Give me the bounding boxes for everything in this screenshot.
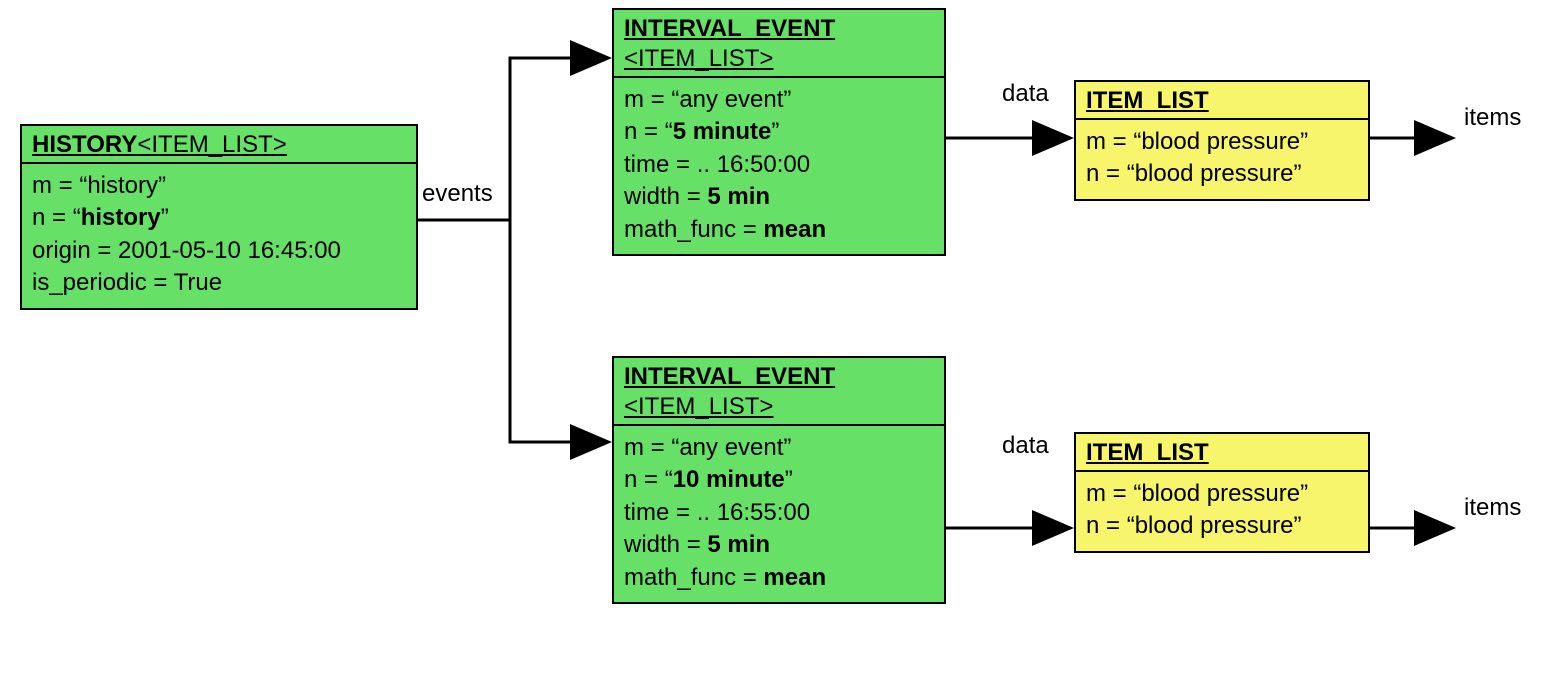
data-label-2: data xyxy=(1002,432,1049,460)
history-origin: origin = 2001-05-10 16:45:00 xyxy=(32,235,406,267)
interval2-m: m = “any event” xyxy=(624,432,934,464)
interval2-body: m = “any event” n = “10 minute” time = .… xyxy=(614,426,944,602)
data-label-1: data xyxy=(1002,80,1049,108)
itemlist2-body: m = “blood pressure” n = “blood pressure… xyxy=(1076,472,1368,551)
interval2-mathfunc: math_func = mean xyxy=(624,562,934,594)
itemlist2-m: m = “blood pressure” xyxy=(1086,478,1358,510)
history-body: m = “history” n = “history” origin = 200… xyxy=(22,164,416,308)
history-title-generic: <ITEM_LIST> xyxy=(137,131,286,158)
interval2-title2: <ITEM_LIST> xyxy=(624,393,773,420)
history-periodic: is_periodic = True xyxy=(32,267,406,299)
interval-event-1-box: INTERVAL_EVENT <ITEM_LIST> m = “any even… xyxy=(612,8,946,256)
interval2-time: time = .. 16:55:00 xyxy=(624,497,934,529)
item-list-1-box: ITEM_LIST m = “blood pressure” n = “bloo… xyxy=(1074,80,1370,201)
history-title: HISTORY<ITEM_LIST> xyxy=(22,126,416,164)
interval1-title: INTERVAL_EVENT <ITEM_LIST> xyxy=(614,10,944,78)
interval2-n: n = “10 minute” xyxy=(624,464,934,496)
events-label: events xyxy=(422,180,493,208)
history-title-main: HISTORY xyxy=(32,131,137,158)
interval2-width: width = 5 min xyxy=(624,529,934,561)
interval1-width: width = 5 min xyxy=(624,181,934,213)
itemlist1-m: m = “blood pressure” xyxy=(1086,126,1358,158)
itemlist2-n: n = “blood pressure” xyxy=(1086,510,1358,542)
interval1-m: m = “any event” xyxy=(624,84,934,116)
interval1-n: n = “5 minute” xyxy=(624,116,934,148)
interval-event-2-box: INTERVAL_EVENT <ITEM_LIST> m = “any even… xyxy=(612,356,946,604)
interval2-title: INTERVAL_EVENT <ITEM_LIST> xyxy=(614,358,944,426)
interval1-mathfunc: math_func = mean xyxy=(624,214,934,246)
item-list-2-box: ITEM_LIST m = “blood pressure” n = “bloo… xyxy=(1074,432,1370,553)
history-n: n = “history” xyxy=(32,202,406,234)
interval1-title2: <ITEM_LIST> xyxy=(624,45,773,72)
items-label-2: items xyxy=(1464,494,1521,522)
history-box: HISTORY<ITEM_LIST> m = “history” n = “hi… xyxy=(20,124,418,310)
itemlist1-n: n = “blood pressure” xyxy=(1086,158,1358,190)
interval1-time: time = .. 16:50:00 xyxy=(624,149,934,181)
itemlist1-title: ITEM_LIST xyxy=(1076,82,1368,120)
history-m: m = “history” xyxy=(32,170,406,202)
interval1-title1: INTERVAL_EVENT xyxy=(624,15,835,42)
itemlist2-title: ITEM_LIST xyxy=(1076,434,1368,472)
interval1-body: m = “any event” n = “5 minute” time = ..… xyxy=(614,78,944,254)
items-label-1: items xyxy=(1464,104,1521,132)
interval2-title1: INTERVAL_EVENT xyxy=(624,363,835,390)
itemlist1-body: m = “blood pressure” n = “blood pressure… xyxy=(1076,120,1368,199)
